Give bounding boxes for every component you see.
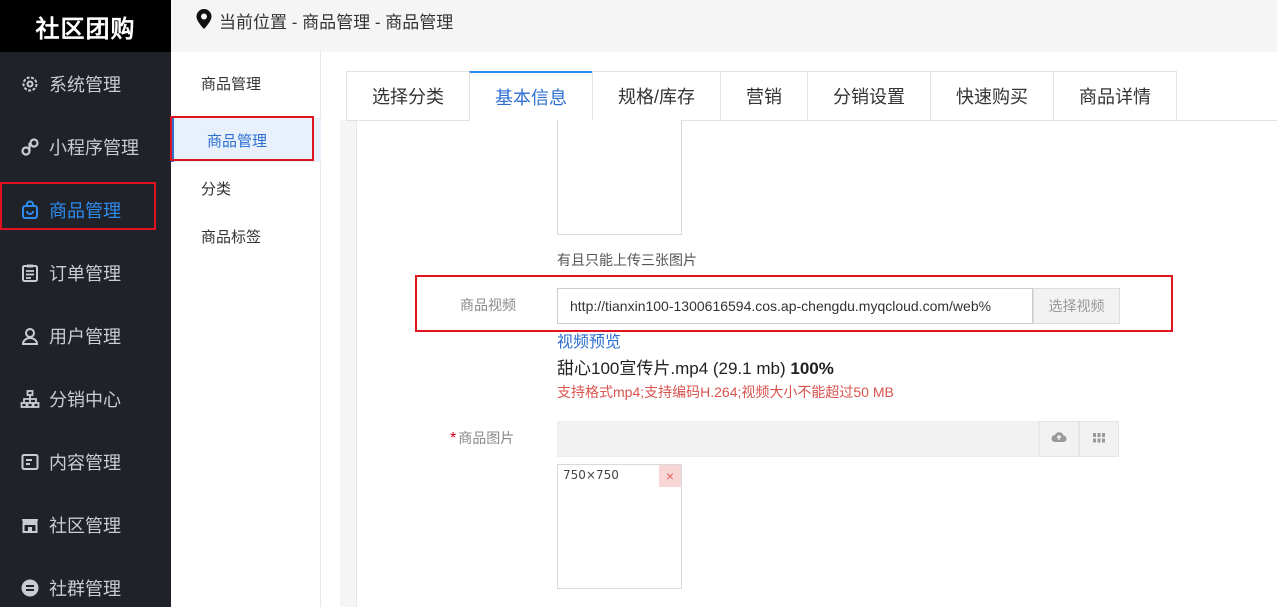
user-icon (20, 326, 40, 346)
sidebar-item-orders[interactable]: 订单管理 (0, 248, 171, 298)
sidebar-item-label: 用户管理 (49, 327, 121, 347)
image-url-input[interactable] (557, 421, 1039, 457)
content-icon (20, 452, 40, 472)
sidebar-item-users[interactable]: 用户管理 (0, 311, 171, 361)
required-mark: * (450, 430, 457, 447)
group-icon (20, 578, 40, 598)
tabs-divider (1166, 120, 1277, 121)
sidebar-item-products[interactable]: 商品管理 (0, 185, 171, 235)
sidebar-item-label: 内容管理 (49, 453, 121, 473)
close-icon: × (665, 468, 675, 484)
sidebar-item-content[interactable]: 内容管理 (0, 437, 171, 487)
sidebar-item-label: 社区管理 (49, 516, 121, 536)
form-gutter (340, 120, 357, 607)
submenu-item-products[interactable]: 商品管理 (171, 118, 321, 162)
video-file-info: 甜心100宣传片.mp4 (29.1 mb) 100% (557, 354, 834, 379)
hierarchy-icon (20, 389, 40, 409)
sidebar-item-label: 小程序管理 (49, 138, 139, 158)
image-upload-slot[interactable] (557, 120, 682, 235)
tab-select-category[interactable]: 选择分类 (346, 71, 469, 121)
bag-icon (20, 200, 40, 220)
breadcrumb-text: 当前位置 - 商品管理 - 商品管理 (219, 13, 454, 32)
miniprogram-icon (20, 137, 40, 157)
tab-quick-buy[interactable]: 快速购买 (930, 71, 1054, 121)
submenu-item-category[interactable]: 分类 (171, 166, 321, 210)
video-field-label: 商品视频 (460, 297, 516, 313)
sidebar-item-label: 商品管理 (49, 201, 121, 221)
tab-marketing[interactable]: 营销 (720, 71, 808, 121)
sidebar-item-groups[interactable]: 社群管理 (0, 563, 171, 607)
sidebar-item-label: 社群管理 (49, 579, 121, 599)
location-pin-icon (195, 8, 213, 35)
upload-progress: 100% (790, 359, 834, 378)
image-size-hint: 750×750 (563, 468, 619, 482)
image-field-label-wrap: * 商品图片 (450, 428, 514, 448)
tab-basic-info[interactable]: 基本信息 (469, 71, 592, 121)
upload-hint: 有且只能上传三张图片 (557, 252, 697, 268)
video-format-hint: 支持格式mp4;支持编码H.264;视频大小不能超过50 MB (557, 384, 894, 400)
sidebar-item-distribution[interactable]: 分销中心 (0, 374, 171, 424)
sidebar-item-label: 订单管理 (49, 264, 121, 284)
sidebar: 社区团购 系统管理 小程序管理 商品管理 订单管理 用户管理 分销中心 内容管理… (0, 0, 171, 607)
breadcrumb: 当前位置 - 商品管理 - 商品管理 (171, 0, 1277, 52)
tab-distribution-settings[interactable]: 分销设置 (807, 71, 931, 121)
gear-icon (20, 74, 40, 94)
submenu: 商品管理 商品管理 分类 商品标签 (171, 52, 321, 607)
image-field-label: 商品图片 (458, 430, 515, 446)
grid-icon (1093, 430, 1105, 448)
video-url-input[interactable]: http://tianxin100-1300616594.cos.ap-chen… (557, 288, 1033, 324)
tab-product-details[interactable]: 商品详情 (1053, 71, 1178, 121)
upload-button[interactable] (1039, 421, 1079, 457)
cloud-upload-icon (1051, 430, 1067, 448)
gallery-button[interactable] (1079, 421, 1119, 457)
brand-title: 社区团购 (0, 0, 171, 52)
main-content (321, 52, 1277, 607)
sidebar-item-miniprogram[interactable]: 小程序管理 (0, 122, 171, 172)
sidebar-item-label: 分销中心 (49, 390, 121, 410)
clipboard-icon (20, 263, 40, 283)
tab-bar: 选择分类 基本信息 规格/库存 营销 分销设置 快速购买 商品详情 (346, 71, 1178, 121)
select-video-button[interactable]: 选择视频 (1033, 288, 1120, 324)
tab-spec-stock[interactable]: 规格/库存 (592, 71, 721, 121)
submenu-title: 商品管理 (201, 76, 262, 93)
video-preview-link[interactable]: 视频预览 (557, 328, 621, 352)
sidebar-item-label: 系统管理 (49, 75, 121, 95)
video-file-name: 甜心100宣传片.mp4 (29.1 mb) (557, 359, 786, 378)
sidebar-item-system[interactable]: 系统管理 (0, 59, 171, 109)
delete-image-button[interactable]: × (659, 465, 681, 487)
store-icon (20, 515, 40, 535)
submenu-item-tags[interactable]: 商品标签 (171, 214, 321, 258)
sidebar-item-community[interactable]: 社区管理 (0, 500, 171, 550)
